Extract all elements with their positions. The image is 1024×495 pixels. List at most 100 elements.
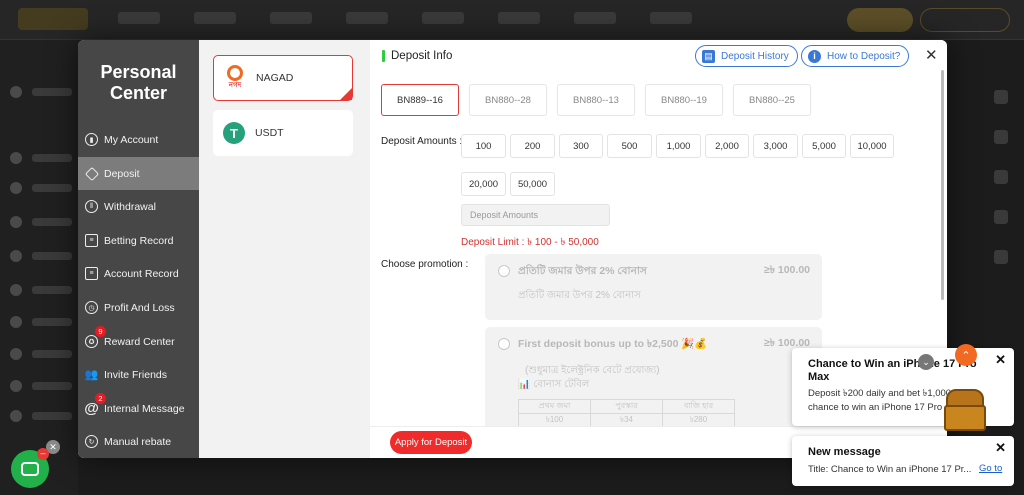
promotion-bonus-table-label: 📊 বোনাস টেবিল (518, 379, 590, 390)
sidebar-item-label: Deposit (104, 167, 140, 180)
payment-method-usdt[interactable]: T USDT (213, 110, 353, 156)
sidebar-item-manual-rebate[interactable]: ↻ Manual rebate (78, 425, 199, 458)
deposit-history-button[interactable]: ▤ Deposit History (695, 45, 798, 67)
channel-option[interactable]: BN880--13 (557, 84, 635, 116)
how-to-deposit-label: How to Deposit? (827, 50, 901, 62)
amount-label: 300 (573, 140, 589, 152)
sidebar-item-my-account[interactable]: ▮ My Account (78, 123, 199, 156)
deposit-icon (84, 166, 100, 181)
sidebar-item-betting-record[interactable]: ≡ Betting Record (78, 224, 199, 257)
promotion-description: প্রতিটি জমার উপর 2% বোনাস (518, 290, 641, 301)
sidebar-item-label: Reward Center (104, 335, 175, 348)
channel-option[interactable]: BN889--16 (381, 84, 459, 116)
channel-label: BN889--16 (397, 94, 443, 106)
betting-record-icon: ≡ (85, 234, 98, 247)
scrollbar[interactable] (941, 70, 944, 300)
promo-notification-body: chance to win an iPhone 17 Pro (808, 402, 943, 413)
sidebar-item-reward-center[interactable]: ✪ 9 Reward Center (78, 325, 199, 358)
payment-method-column: নগদ NAGAD T USDT (199, 40, 370, 458)
amount-option[interactable]: 10,000 (850, 134, 894, 158)
sidebar-item-invite-friends[interactable]: 👥 Invite Friends (78, 358, 199, 391)
document-icon: ▤ (702, 49, 715, 63)
chat-notification-dot: – (37, 448, 49, 460)
promo-notification-body: Deposit ৳200 daily and bet ৳1,000 (808, 388, 952, 399)
sidebar-item-label: Internal Message (104, 402, 185, 415)
rebate-icon: ↻ (85, 435, 98, 448)
message-notification-body: Title: Chance to Win an iPhone 17 Pr... (808, 464, 972, 475)
payment-method-label: NAGAD (256, 72, 294, 84)
close-icon[interactable]: ✕ (995, 440, 1006, 456)
sidebar-item-label: Invite Friends (104, 368, 168, 381)
background-topbar (0, 0, 1024, 40)
deposit-info-title-text: Deposit Info (391, 50, 453, 62)
amount-option[interactable]: 20,000 (461, 172, 506, 196)
close-icon[interactable]: ✕ (995, 352, 1006, 368)
sidebar-item-profit-loss[interactable]: ◷ Profit And Loss (78, 291, 199, 324)
deposit-history-label: Deposit History (721, 50, 789, 62)
amount-label: 20,000 (468, 178, 499, 190)
promotion-amount: ≥৳ 100.00 (763, 264, 810, 276)
amount-label: 500 (621, 140, 638, 152)
promotion-title: প্রতিটি জমার উপর 2% বোনাস (518, 265, 647, 277)
amount-option[interactable]: 100 (461, 134, 506, 158)
promotion-radio[interactable] (498, 265, 510, 277)
channel-option[interactable]: BN880--25 (733, 84, 811, 116)
go-to-link[interactable]: Go to (979, 463, 1002, 474)
apply-deposit-button[interactable]: Apply for Deposit (390, 431, 472, 454)
account-record-icon: ≡ (85, 267, 98, 280)
arrow-up-icon[interactable]: ⌃ (955, 344, 977, 366)
sidebar-item-label: Withdrawal (104, 200, 156, 213)
sidebar-item-withdrawal[interactable]: ⦀ Withdrawal (78, 190, 199, 223)
close-icon[interactable]: ✕ (925, 46, 938, 64)
message-notification[interactable]: New message Title: Chance to Win an iPho… (792, 436, 1014, 486)
amount-option[interactable]: 200 (510, 134, 555, 158)
amount-label: 50,000 (517, 178, 548, 190)
sidebar-item-account-record[interactable]: ≡ Account Record (78, 257, 199, 290)
sidebar-item-deposit[interactable]: Deposit (78, 157, 199, 190)
table-row: প্রথম জমা পুরস্কার বাজি হার (518, 399, 735, 414)
choose-promotion-label: Choose promotion : (381, 259, 469, 270)
deposit-amount-input[interactable] (461, 204, 610, 226)
table-cell: বাজি হার (662, 399, 735, 414)
withdrawal-icon: ⦀ (85, 200, 98, 213)
amount-label: 1,000 (666, 140, 691, 152)
channel-option[interactable]: BN880--19 (645, 84, 723, 116)
deposit-info-title: Deposit Info (382, 50, 452, 62)
sidebar-item-internal-message[interactable]: @ 2 Internal Message (78, 392, 199, 425)
promotion-radio[interactable] (498, 338, 510, 350)
info-icon: i (808, 49, 821, 63)
channel-label: BN880--13 (573, 94, 619, 106)
amount-option[interactable]: 50,000 (510, 172, 555, 196)
amount-label: 100 (475, 140, 492, 152)
treasure-chest-icon[interactable] (940, 385, 990, 435)
amount-option[interactable]: 2,000 (705, 134, 749, 158)
amount-label: 10,000 (857, 140, 887, 152)
background-logo (18, 8, 88, 30)
collapse-icon[interactable]: ⌄ (918, 354, 934, 370)
channel-label: BN880--25 (749, 94, 795, 106)
nagad-logo-text: নগদ (228, 82, 242, 89)
background-register-button (920, 8, 1010, 32)
account-icon: ▮ (85, 133, 98, 146)
sidebar-item-label: Profit And Loss (104, 301, 175, 314)
profit-loss-icon: ◷ (85, 301, 98, 314)
promotion-title: First deposit bonus up to ৳2,500 🎉💰 (518, 338, 708, 350)
personal-center-sidebar: Personal Center ▮ My Account Deposit ⦀ W… (78, 40, 199, 458)
amount-option[interactable]: 5,000 (802, 134, 846, 158)
amount-option[interactable]: 3,000 (753, 134, 798, 158)
promotion-card[interactable]: প্রতিটি জমার উপর 2% বোনাস ≥৳ 100.00 প্রত… (485, 254, 822, 320)
amount-option[interactable]: 300 (559, 134, 603, 158)
amount-option[interactable]: 1,000 (656, 134, 701, 158)
amount-option[interactable]: 500 (607, 134, 652, 158)
nagad-logo-icon: নগদ (224, 65, 246, 91)
channel-label: BN880--19 (661, 94, 707, 106)
background-login-button (847, 8, 913, 32)
how-to-deposit-button[interactable]: i How to Deposit? (801, 45, 910, 67)
deposit-amounts-label: Deposit Amounts : (381, 136, 463, 147)
sidebar-item-label: Betting Record (104, 234, 174, 247)
channel-option[interactable]: BN880--28 (469, 84, 547, 116)
amount-label: 3,000 (763, 140, 788, 152)
sidebar-item-label: Account Record (104, 267, 179, 280)
message-icon: @ (84, 400, 99, 417)
payment-method-nagad[interactable]: নগদ NAGAD (213, 55, 353, 101)
